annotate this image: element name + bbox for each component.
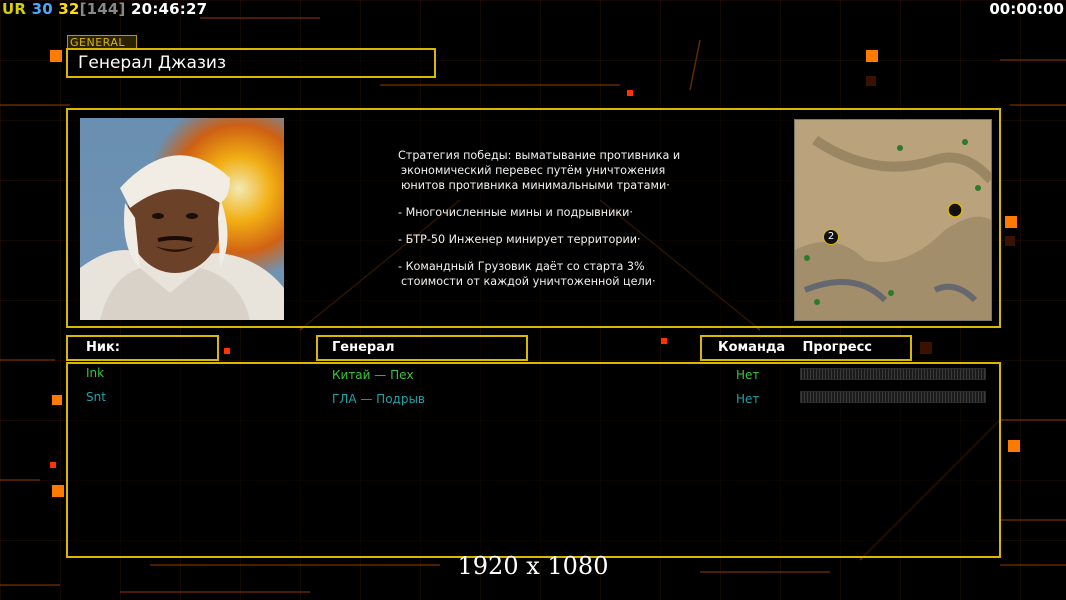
player-nick: Snt (86, 390, 106, 404)
description-line: юнитов противника минимальными тратами· (401, 179, 670, 192)
hud-timer: 00:00:00 (989, 0, 1064, 18)
player-progress-bar (800, 391, 986, 403)
description-line (398, 193, 698, 205)
map-terrain (795, 120, 991, 320)
general-title: Генерал Джазиз (66, 48, 436, 78)
player-team: Нет (736, 368, 760, 382)
description-line (398, 247, 698, 259)
column-header-nick: Ник: (66, 335, 219, 361)
description-line: экономический перевес путём уничтожения (401, 164, 666, 177)
player-general: ГЛА — Подрыв (332, 392, 426, 406)
player-progress-bar (800, 368, 986, 380)
description-line: - БТР-50 Инженер минирует территории· (398, 233, 641, 246)
column-header-progress: Прогресс (802, 340, 872, 355)
resolution-watermark: 1920 x 1080 (457, 552, 609, 580)
hud-fps-a: 30 (31, 0, 53, 18)
description-line: Стратегия победы: выматывание противника… (398, 149, 681, 162)
portrait-image (80, 118, 284, 320)
general-description: Стратегия победы: выматывание противника… (398, 148, 698, 289)
hud-tag: UR (2, 0, 27, 18)
player-nick: Ink (86, 366, 105, 380)
description-line (398, 220, 698, 232)
column-header-general: Генерал (316, 335, 528, 361)
column-header-team: Команда (718, 340, 786, 355)
player-team: Нет (736, 392, 760, 406)
general-portrait (80, 118, 284, 320)
description-line: стоимости от каждой уничтоженной цели· (401, 275, 656, 288)
hud-latency: [144] (79, 0, 126, 18)
column-header-team-progress: Команда Прогресс (700, 335, 912, 361)
map-preview[interactable]: 2 (794, 119, 992, 321)
player-general: Китай — Пех (332, 368, 414, 382)
general-tag: GENERAL (67, 35, 137, 49)
hud-stats: UR 30 32[144] 20:46:27 (2, 0, 207, 18)
hud-fps-b: 32 (58, 0, 80, 18)
map-start-marker[interactable]: 2 (823, 229, 839, 245)
map-marker-label: 2 (827, 231, 835, 242)
description-line: - Командный Грузовик даёт со старта 3% (398, 260, 645, 273)
description-line: - Многочисленные мины и подрывники· (398, 206, 633, 219)
hud-clock: 20:46:27 (131, 0, 208, 18)
